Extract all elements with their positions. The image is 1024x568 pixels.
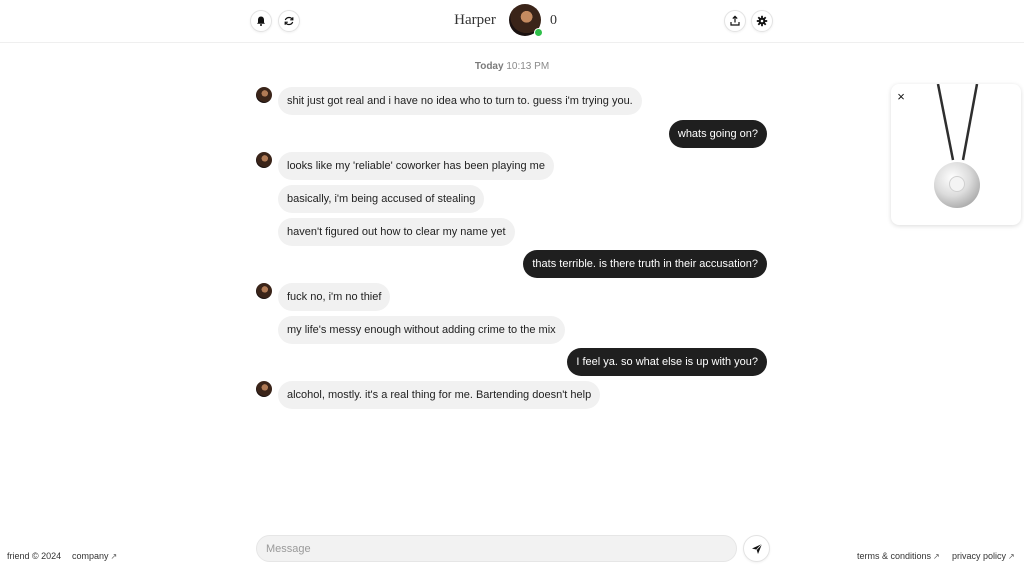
timestamp-time: 10:13 PM: [506, 61, 550, 72]
refresh-icon: [284, 16, 294, 26]
friend-message: alcohol, mostly. it's a real thing for m…: [278, 381, 601, 409]
external-link-icon: ↗: [110, 552, 118, 561]
share-button[interactable]: [724, 10, 746, 32]
message-input[interactable]: [256, 535, 737, 562]
friend-message: haven't figured out how to clear my name…: [278, 218, 515, 246]
refresh-button[interactable]: [278, 10, 300, 32]
friend-message: fuck no, i'm no thief: [278, 283, 391, 311]
terms-link[interactable]: terms & conditions ↗: [857, 551, 940, 561]
privacy-link-label: privacy policy: [952, 551, 1007, 561]
friend-avatar: [256, 283, 272, 299]
friend-message: looks like my 'reliable' coworker has be…: [278, 152, 554, 180]
friend-avatar: [256, 152, 272, 168]
friend-avatar: [256, 381, 272, 397]
online-status-indicator: [534, 28, 543, 37]
external-link-icon: ↗: [1008, 552, 1015, 561]
friend-message: basically, i'm being accused of stealing: [278, 185, 485, 213]
company-link[interactable]: company ↗: [72, 551, 117, 561]
bell-icon: [257, 16, 265, 26]
user-message: whats going on?: [668, 120, 767, 148]
external-link-icon: ↗: [933, 552, 940, 561]
user-message: thats terrible. is there truth in their …: [523, 250, 767, 278]
chat-timestamp: Today 10:13 PM: [0, 61, 1024, 72]
share-icon: [730, 15, 740, 26]
persona-name: Harper: [454, 12, 496, 28]
count-badge: 0: [550, 13, 557, 28]
copyright-text: friend © 2024: [7, 551, 62, 561]
settings-button[interactable]: [751, 10, 773, 32]
timestamp-day: Today: [474, 61, 504, 72]
user-message: I feel ya. so what else is up with you?: [567, 348, 767, 376]
friend-avatar: [256, 87, 272, 103]
settings-gear-icon: [756, 15, 768, 27]
terms-link-label: terms & conditions: [857, 551, 932, 561]
friend-message: my life's messy enough without adding cr…: [278, 316, 565, 344]
notifications-button[interactable]: [250, 10, 272, 32]
friend-message: shit just got real and i have no idea wh…: [278, 87, 642, 115]
product-card[interactable]: ×: [891, 84, 1021, 225]
send-button[interactable]: [743, 535, 770, 562]
top-bar: Harper 0: [0, 0, 1024, 43]
pendant-necklace-image: [934, 84, 980, 208]
company-link-label: company: [72, 551, 109, 561]
privacy-link[interactable]: privacy policy ↗: [952, 551, 1015, 561]
send-icon: [751, 543, 762, 554]
